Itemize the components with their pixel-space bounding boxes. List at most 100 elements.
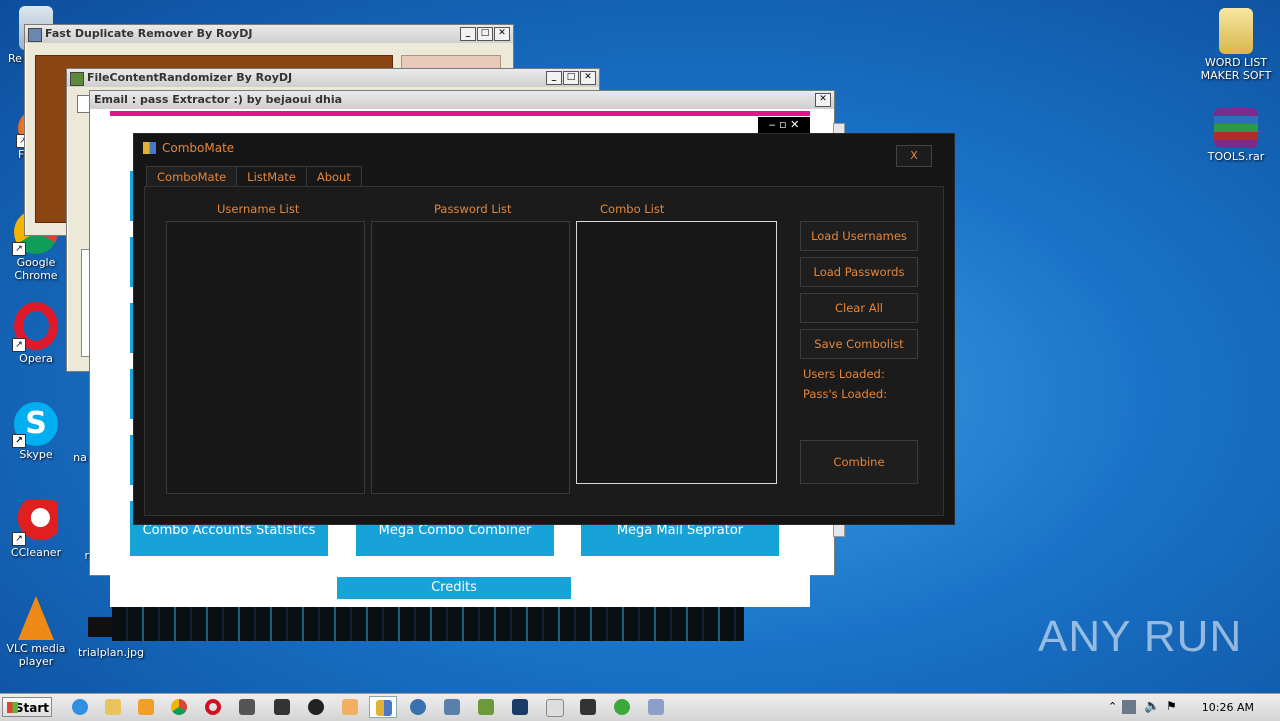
mega-combo-combiner-button[interactable]: Mega Combo Combiner [356,521,554,556]
close-button[interactable]: X [896,145,932,167]
combo-list-label: Combo List [600,202,665,216]
combomate-window[interactable]: ComboMate X ComboMate ListMate About Use… [133,133,955,525]
camera-icon [239,699,255,715]
minimize-button[interactable]: _ [460,27,476,41]
taskbar: Start ⌃ 🔈 ⚑ 10:26 AM [0,693,1280,721]
globe-icon [410,699,426,715]
tool-icon [274,699,290,715]
word-folder-icon [1219,8,1253,54]
taskbar-app[interactable] [472,696,500,718]
plus-icon [614,699,630,715]
taskbar-chrome[interactable] [165,696,193,718]
taskbar-app[interactable] [302,696,330,718]
flag-icon[interactable]: ⚑ [1166,699,1177,713]
tab-about[interactable]: About [305,166,362,188]
load-usernames-button[interactable]: Load Usernames [800,221,918,251]
maximize-button[interactable]: □ [477,27,493,41]
clear-all-button[interactable]: Clear All [800,293,918,323]
mega-mail-seprator-button[interactable]: Mega Mail Seprator [581,521,779,556]
app-icon [478,699,494,715]
clock[interactable]: 10:26 AM [1202,701,1254,714]
taskbar-app[interactable] [404,696,432,718]
taskbar-combomate[interactable] [369,696,397,718]
window-titlebar[interactable]: Fast Duplicate Remover By RoyDJ _ □ ✕ [25,25,513,43]
password-list[interactable] [371,221,570,494]
app-icon [512,699,528,715]
desktop-icon-word-list-maker[interactable]: WORD LIST MAKER SOFT [1200,8,1272,82]
desktop-icon-trialplan[interactable]: trialplan.jpg [75,646,147,659]
app-icon [28,28,42,42]
app-icon [308,699,324,715]
dark-controls: ‒ ▫ ✕ [758,117,810,133]
taskbar-media[interactable] [132,696,160,718]
chevron-up-icon[interactable]: ⌃ [1108,700,1117,713]
window-title: Fast Duplicate Remover By RoyDJ [45,27,253,40]
maximize-button[interactable]: □ [563,71,579,85]
desktop-icon-label: TOOLS.rar [1207,150,1265,163]
taskbar-app[interactable] [336,696,364,718]
desktop-icon-opera[interactable]: ↗ Opera [0,302,72,365]
app-icon [444,699,460,715]
load-passwords-button[interactable]: Load Passwords [800,257,918,287]
desktop-icon-ccleaner[interactable]: ↗ CCleaner [0,500,72,559]
tab-listmate[interactable]: ListMate [236,166,307,188]
taskbar-explorer[interactable] [99,696,127,718]
ccleaner-icon: ↗ [12,500,58,546]
opera-icon: ↗ [12,302,58,352]
media-player-icon [138,699,154,715]
taskbar-app[interactable] [574,696,602,718]
close-button[interactable]: ✕ [494,27,510,41]
app-icon [342,699,358,715]
system-tray: ⌃ 🔈 ⚑ 10:26 AM [1100,694,1280,721]
app-icon [648,699,664,715]
desktop-icon-vlc[interactable]: VLC media player [0,596,72,668]
window-titlebar[interactable]: Email : pass Extractor :) by bejaoui dhi… [90,91,834,109]
taskbar-app[interactable] [608,696,636,718]
anyrun-watermark: ANY RUN [1038,612,1243,661]
tab-panel: Username List Password List Combo List L… [144,186,944,516]
volume-icon[interactable]: 🔈 [1144,699,1160,714]
window-title: FileContentRandomizer By RoyDJ [87,71,293,84]
desktop-icon-label: WORD LIST MAKER SOFT [1200,56,1272,82]
chrome-icon [171,699,187,715]
taskbar-app[interactable] [506,696,534,718]
close-button[interactable]: ✕ [580,71,596,85]
combomate-logo-icon [376,700,392,716]
desktop-icon-label: trialplan.jpg [78,646,144,659]
app-icon [580,699,596,715]
desktop-icon-tools-rar[interactable]: TOOLS.rar [1200,108,1272,163]
tab-strip: ComboMate ListMate About [146,166,362,188]
combo-list[interactable] [576,221,777,484]
taskbar-app[interactable] [438,696,466,718]
desktop-icon-label: Opera [19,352,53,365]
window-title: ComboMate [162,141,235,155]
combine-button[interactable]: Combine [800,440,918,484]
pass-loaded-label: Pass's Loaded: [803,387,888,401]
username-list-label: Username List [217,202,300,216]
folder-icon [105,699,121,715]
close-button[interactable]: ✕ [815,93,831,107]
tab-combomate[interactable]: ComboMate [146,166,238,188]
start-button[interactable]: Start [2,697,52,717]
vlc-icon [18,596,54,640]
combo-accounts-statistics-button[interactable]: Combo Accounts Statistics [130,521,328,556]
combomate-logo-icon [143,142,156,154]
windows-logo-icon [7,702,18,713]
opera-icon [205,699,221,715]
credits-button[interactable]: Credits [337,577,571,599]
ie-icon [72,699,88,715]
username-list[interactable] [166,221,365,494]
taskbar-app[interactable] [233,696,261,718]
matrix-image-strip [112,607,744,641]
taskbar-app[interactable] [540,696,568,718]
pink-strip [110,111,810,116]
skype-icon: S ↗ [12,402,58,448]
taskbar-ie[interactable] [66,696,94,718]
taskbar-opera[interactable] [199,696,227,718]
taskbar-app[interactable] [268,696,296,718]
minimize-button[interactable]: _ [546,71,562,85]
window-titlebar[interactable]: FileContentRandomizer By RoyDJ _ □ ✕ [67,69,599,87]
save-combolist-button[interactable]: Save Combolist [800,329,918,359]
taskbar-app[interactable] [642,696,670,718]
network-icon[interactable] [1122,700,1136,714]
